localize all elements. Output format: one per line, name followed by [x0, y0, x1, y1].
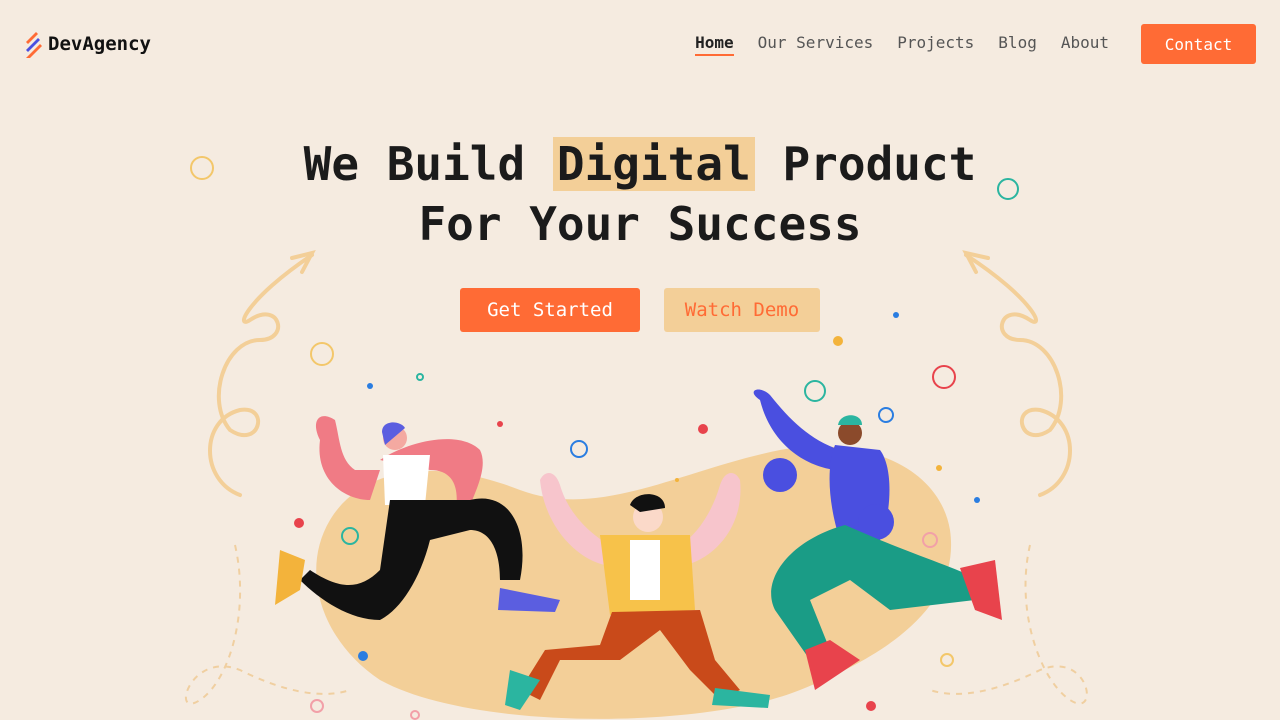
hero-title-line2: For Your Success: [418, 197, 862, 251]
nav-link-projects[interactable]: Projects: [897, 33, 974, 56]
hero-title-highlight: Digital: [552, 137, 755, 191]
hero-title: We Build Digital Product For Your Succes…: [0, 134, 1280, 254]
nav-link-home[interactable]: Home: [695, 33, 734, 56]
get-started-button[interactable]: Get Started: [460, 288, 640, 332]
right-swirl-arrow: [964, 253, 1072, 497]
nav-link-about[interactable]: About: [1061, 33, 1109, 56]
lightning-stripes-logo-icon: [26, 32, 42, 58]
brand-name: DevAgency: [48, 33, 151, 55]
nav-link-blog[interactable]: Blog: [998, 33, 1037, 56]
main-menu: Home Our Services Projects Blog About: [695, 33, 1109, 56]
contact-button[interactable]: Contact: [1141, 24, 1256, 64]
hero-title-part1: We Build: [303, 137, 526, 191]
brand-logo[interactable]: DevAgency: [24, 30, 151, 58]
top-navbar: DevAgency Home Our Services Projects Blo…: [0, 0, 1280, 88]
nav-link-our-services[interactable]: Our Services: [758, 33, 874, 56]
hero-illustration: [184, 156, 1088, 720]
watch-demo-button[interactable]: Watch Demo: [664, 288, 820, 332]
left-swirl-arrow: [208, 253, 314, 497]
hero-title-part2: Product: [782, 137, 977, 191]
